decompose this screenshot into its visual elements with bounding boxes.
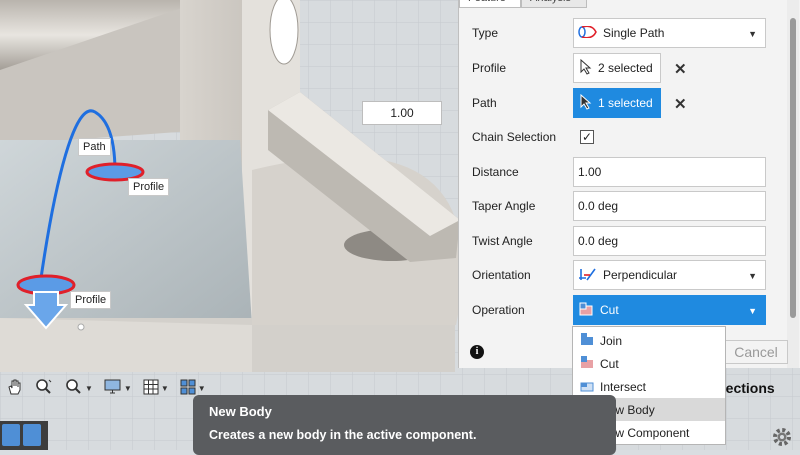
path-label: Path <box>472 96 497 110</box>
tooltip-description: Creates a new body in the active compone… <box>209 428 477 442</box>
timeline-feature-icon[interactable] <box>23 424 41 446</box>
menu-item-label: Cut <box>600 356 619 371</box>
cursor-arrow-icon <box>580 93 592 113</box>
operation-value: Cut <box>600 303 619 317</box>
tab-feature[interactable]: Feature <box>459 0 521 8</box>
operation-label: Operation <box>472 303 525 317</box>
taper-angle-field[interactable]: 0.0 deg <box>573 191 766 221</box>
chevron-down-icon: ▼ <box>748 29 757 39</box>
path-row: Path 1 selected ✕ <box>459 88 769 118</box>
chevron-down-icon: ▼ <box>123 383 132 393</box>
zoom-fit-button[interactable]: ▼ <box>62 376 95 400</box>
orientation-dropdown[interactable]: Perpendicular ▼ <box>573 260 766 290</box>
chevron-down-icon: ▼ <box>748 306 757 316</box>
distance-input-onscreen[interactable]: 1.00 <box>362 101 442 125</box>
path-label: Path <box>78 138 111 156</box>
taper-angle-row: Taper Angle 0.0 deg <box>459 191 769 221</box>
grid-settings-button[interactable]: ▼ <box>140 376 171 400</box>
orientation-value: Perpendicular <box>603 268 678 282</box>
orientation-label: Orientation <box>472 268 531 282</box>
zoom-fit-icon <box>64 378 84 399</box>
menu-item-label: Join <box>600 333 623 348</box>
tooltip-title: New Body <box>209 404 272 419</box>
chevron-down-icon: ▼ <box>197 383 206 393</box>
cancel-button[interactable]: Cancel <box>724 340 788 364</box>
chain-selection-row: Chain Selection ✓ <box>459 122 769 152</box>
grid-icon <box>142 378 160 399</box>
dialog-tabs: Feature Analysis <box>459 0 800 12</box>
gear-icon[interactable] <box>771 426 793 448</box>
profile-label-top: Profile <box>128 178 170 196</box>
distance-field[interactable]: 1.00 <box>573 157 766 187</box>
type-dropdown[interactable]: Single Path ▼ <box>573 18 766 48</box>
display-settings-button[interactable]: ▼ <box>101 376 134 400</box>
chain-selection-checkbox[interactable]: ✓ <box>580 130 594 144</box>
hand-icon <box>6 378 24 399</box>
clear-profile-icon[interactable]: ✕ <box>674 60 687 78</box>
chevron-down-icon: ▼ <box>160 383 169 393</box>
path-select-button[interactable]: 1 selected <box>573 88 661 118</box>
taper-angle-label: Taper Angle <box>472 199 536 213</box>
intersect-icon <box>579 377 595 396</box>
monitor-icon <box>103 378 123 399</box>
timeline <box>0 421 48 450</box>
cut-icon <box>578 301 594 320</box>
profile-label-bottom: Profile <box>70 291 112 309</box>
menu-item-cut[interactable]: Cut <box>573 352 725 375</box>
cursor-arrow-icon <box>580 58 592 78</box>
distance-row: Distance 1.00 <box>459 157 769 187</box>
profile-row: Profile 2 selected ✕ <box>459 53 769 83</box>
menu-item-label: Intersect <box>600 379 647 394</box>
viewports-icon <box>179 378 197 399</box>
twist-angle-field[interactable]: 0.0 deg <box>573 226 766 256</box>
tooltip: New Body Creates a new body in the activ… <box>193 395 616 455</box>
cut-icon <box>579 354 595 373</box>
path-value: 1 selected <box>598 96 653 110</box>
scrollbar-thumb[interactable] <box>790 18 796 318</box>
perpendicular-icon <box>578 267 598 284</box>
join-icon <box>579 331 595 350</box>
chevron-down-icon: ▼ <box>748 271 757 281</box>
type-value: Single Path <box>603 26 665 40</box>
profile-value: 2 selected <box>598 61 653 75</box>
navigation-toolbar: ▼ ▼ ▼ ▼ <box>4 374 208 402</box>
distance-label: Distance <box>472 165 519 179</box>
profile-label: Profile <box>472 61 507 75</box>
sweep-dialog: Feature Analysis Type Single Path ▼ Prof… <box>458 0 800 368</box>
type-label: Type <box>472 26 499 40</box>
pan-button[interactable] <box>4 376 26 400</box>
zoom-icon <box>34 378 54 399</box>
zoom-window-button[interactable] <box>32 376 56 400</box>
info-icon[interactable]: i <box>470 345 484 359</box>
clear-path-icon[interactable]: ✕ <box>674 95 687 113</box>
chain-selection-label: Chain Selection <box>472 130 557 144</box>
twist-angle-row: Twist Angle 0.0 deg <box>459 226 769 256</box>
chevron-down-icon: ▼ <box>85 383 93 393</box>
twist-angle-label: Twist Angle <box>472 234 533 248</box>
timeline-feature-icon[interactable] <box>2 424 20 446</box>
type-row: Type Single Path ▼ <box>459 18 769 48</box>
operation-row: Operation Cut ▼ <box>459 295 769 325</box>
single-path-icon <box>578 24 598 41</box>
profile-select-button[interactable]: 2 selected <box>573 53 661 83</box>
orientation-row: Orientation Perpendicular ▼ <box>459 260 769 290</box>
menu-item-join[interactable]: Join <box>573 329 725 352</box>
tab-analysis[interactable]: Analysis <box>521 0 587 8</box>
dialog-scrollbar[interactable] <box>787 0 799 368</box>
operation-dropdown[interactable]: Cut ▼ <box>573 295 766 325</box>
